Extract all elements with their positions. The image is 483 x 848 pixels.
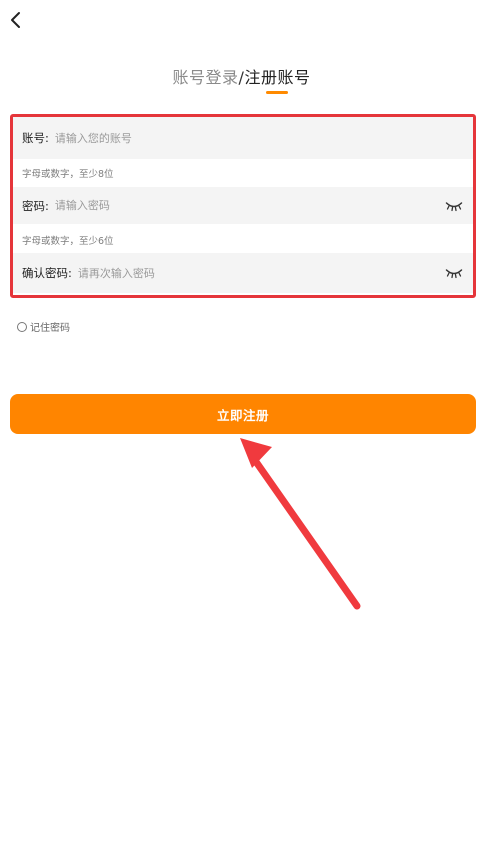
remember-password-radio[interactable] <box>17 321 27 332</box>
eye-closed-icon[interactable] <box>445 267 463 279</box>
password-input[interactable] <box>54 195 445 216</box>
account-hint: 字母或数字，至少8位 <box>22 169 114 180</box>
remember-password-label: 记住密码 <box>30 323 70 334</box>
auth-tabs: 账号登录/注册账号 <box>0 66 483 90</box>
tab-register-account[interactable]: 注册账号 <box>244 68 310 87</box>
chevron-left-icon <box>11 12 20 28</box>
eye-closed-icon[interactable] <box>445 200 463 212</box>
register-now-button[interactable]: 立即注册 <box>10 394 476 434</box>
confirm-password-label: 确认密码: <box>22 266 72 280</box>
account-field-row: 账号: <box>13 117 473 159</box>
confirm-password-input[interactable] <box>77 263 445 283</box>
password-label: 密码: <box>22 198 49 213</box>
register-form: 账号: 字母或数字，至少8位 密码: 字母或数字，至少6位 确认密码: <box>10 114 476 298</box>
tab-account-login[interactable]: 账号登录 <box>173 68 239 87</box>
password-field-row: 密码: <box>13 187 473 224</box>
confirm-password-field-row: 确认密码: <box>13 253 473 293</box>
back-button[interactable] <box>4 8 26 32</box>
remember-password-option[interactable]: 记住密码 <box>17 319 70 334</box>
active-tab-indicator <box>266 91 288 94</box>
account-input[interactable] <box>54 128 473 148</box>
account-label: 账号: <box>22 131 49 145</box>
password-hint: 字母或数字，至少6位 <box>22 236 114 247</box>
